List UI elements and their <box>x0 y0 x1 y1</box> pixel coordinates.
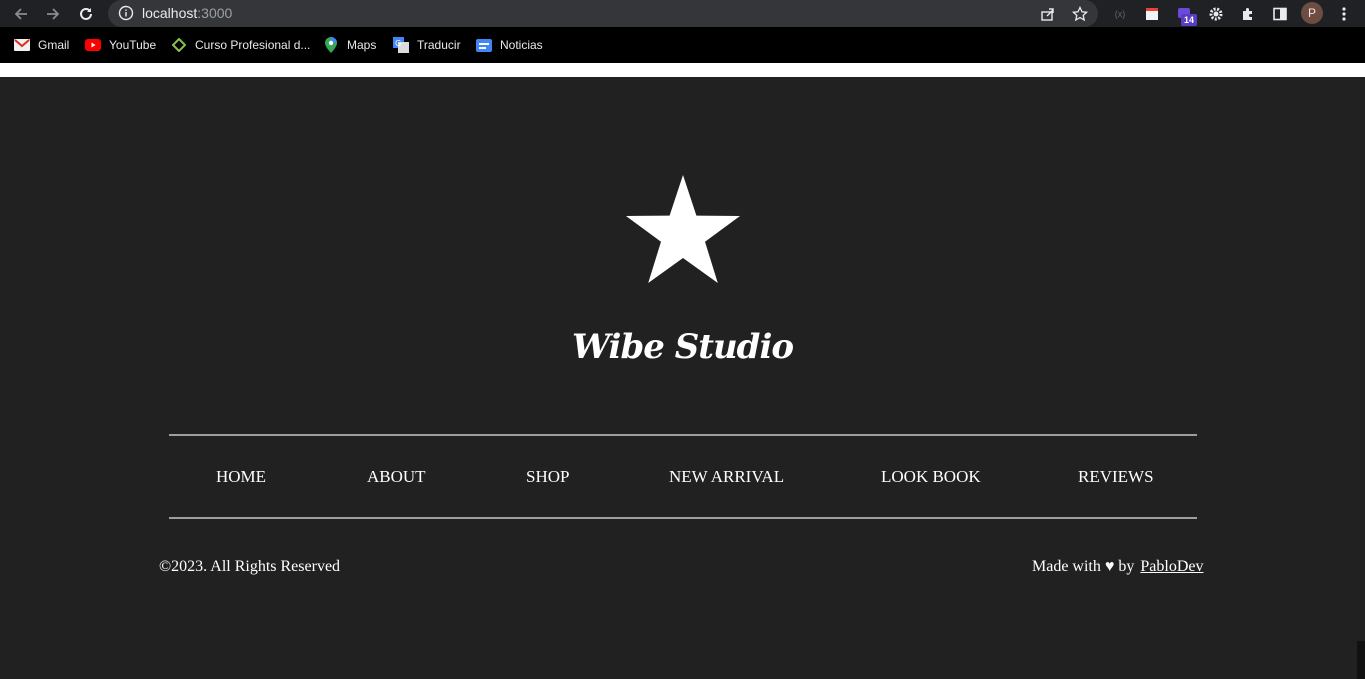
side-panel-button[interactable] <box>1269 3 1291 25</box>
youtube-icon <box>85 37 101 53</box>
translate-icon: G <box>393 37 409 53</box>
bookmark-gmail[interactable]: Gmail <box>14 36 69 54</box>
maps-icon <box>323 37 339 53</box>
bookmark-youtube[interactable]: YouTube <box>85 36 156 54</box>
bookmark-curso[interactable]: Curso Profesional d... <box>171 36 310 54</box>
footer-nav-home[interactable]: HOME <box>216 467 266 487</box>
made-with-text: Made with ♥ by <box>1032 558 1135 575</box>
back-button[interactable] <box>10 3 32 25</box>
footer-nav-look-book[interactable]: LOOK BOOK <box>881 467 981 487</box>
divider-bottom <box>169 517 1197 519</box>
footer-nav-new-arrival[interactable]: NEW ARRIVAL <box>669 467 784 487</box>
side-panel-icon <box>1273 7 1287 21</box>
calendar-extension-button[interactable] <box>1141 3 1163 25</box>
extensions-menu-button[interactable] <box>1237 3 1259 25</box>
calendar-icon <box>1146 8 1158 20</box>
reload-button[interactable] <box>75 3 97 25</box>
bookmark-star-button[interactable] <box>1070 4 1090 24</box>
news-icon <box>476 37 492 53</box>
bookmarks-bar: Gmail YouTube Curso Profesional d... Map… <box>0 27 1365 63</box>
divider-top <box>169 434 1197 436</box>
footer-nav-about[interactable]: ABOUT <box>367 467 426 487</box>
star-icon <box>626 175 740 283</box>
site-info-icon[interactable] <box>118 5 134 26</box>
extension-badge: 14 <box>1181 14 1198 26</box>
footer-nav-reviews[interactable]: REVIEWS <box>1078 467 1154 487</box>
made-with-credit: Made with ♥ by PabloDev <box>1032 558 1203 576</box>
bookmark-maps[interactable]: Maps <box>323 36 376 54</box>
extension-button[interactable]: (x) <box>1109 3 1131 25</box>
brand-logo-text[interactable]: Wibe Studio <box>0 327 1365 367</box>
author-link[interactable]: PabloDev <box>1140 558 1203 575</box>
site-footer: Wibe Studio HOME ABOUT SHOP NEW ARRIVAL … <box>0 77 1365 679</box>
gear-icon <box>1209 7 1223 21</box>
browser-toolbar: localhost:3000 (x) 14 P <box>0 0 1365 27</box>
arrow-right-icon <box>47 8 60 20</box>
puzzle-icon <box>1243 8 1252 20</box>
gmail-icon <box>14 37 30 53</box>
profile-avatar[interactable]: P <box>1301 2 1323 24</box>
address-bar[interactable]: localhost:3000 <box>108 0 1098 27</box>
svg-text:G: G <box>395 39 401 48</box>
settings-extension-button[interactable] <box>1205 3 1227 25</box>
url-text: localhost:3000 <box>142 5 233 21</box>
page-header-strip <box>0 63 1365 77</box>
bookmark-traducir[interactable]: G Traducir <box>393 36 461 54</box>
reload-icon <box>80 7 92 20</box>
browser-menu-button[interactable] <box>1333 3 1355 25</box>
bookmark-noticias[interactable]: Noticias <box>476 36 543 54</box>
course-icon <box>171 37 187 53</box>
star-outline-icon <box>1072 6 1088 22</box>
copyright-text: ©2023. All Rights Reserved <box>159 558 341 575</box>
scrollbar-thumb[interactable] <box>1357 641 1365 679</box>
footer-nav-shop[interactable]: SHOP <box>526 467 569 487</box>
more-vertical-icon <box>1342 7 1346 21</box>
forward-button[interactable] <box>42 3 64 25</box>
share-icon <box>1041 8 1054 21</box>
extension-icon: (x) <box>1114 9 1126 19</box>
arrow-left-icon <box>14 8 27 20</box>
share-button[interactable] <box>1038 4 1058 24</box>
